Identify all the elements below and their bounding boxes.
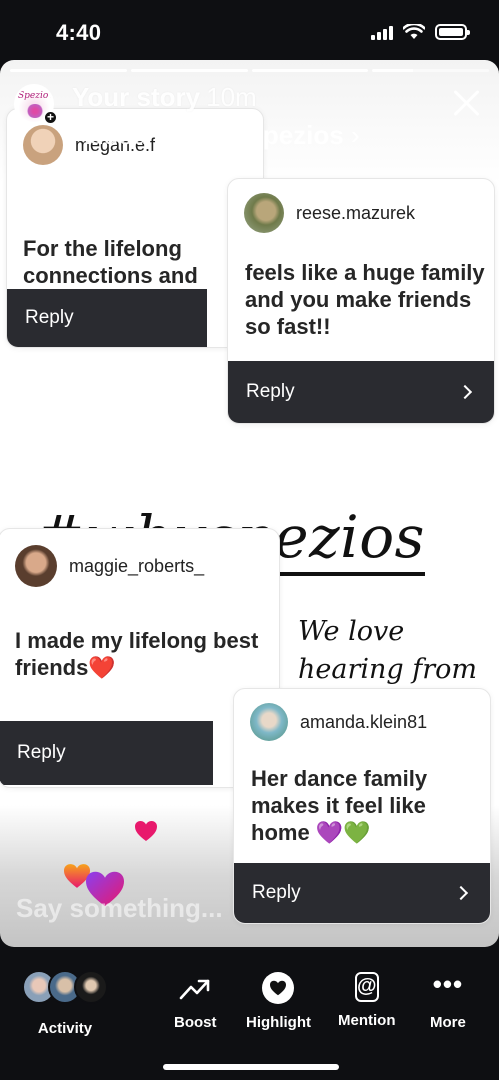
status-time: 4:40	[56, 20, 102, 45]
response-answer: I made my lifelong best friends❤️	[15, 628, 259, 680]
username: reese.mazurek	[296, 202, 416, 223]
flower-logo-icon	[26, 104, 44, 118]
reply-button[interactable]: Reply	[228, 361, 494, 423]
wifi-icon	[403, 24, 425, 39]
activity-label: Activity	[37, 1020, 93, 1037]
progress-segment-current	[372, 69, 489, 72]
reply-button[interactable]: Reply	[234, 863, 490, 923]
response-user[interactable]: maggie_roberts_	[15, 545, 204, 587]
chevron-right-icon	[457, 384, 473, 400]
username: maggie_roberts_	[69, 555, 205, 576]
story-header: Spezio's + Your story 10m Added to #whysp…	[14, 82, 487, 150]
story-canvas[interactable]: megan.e.f For the lifelong connections a…	[0, 60, 499, 947]
avatar	[244, 193, 284, 233]
added-to-prefix: Added to	[72, 120, 177, 150]
response-user[interactable]: reese.mazurek	[244, 193, 415, 233]
highlight-label: Highlight	[246, 1014, 311, 1031]
more-dots-icon: •••	[432, 969, 464, 999]
question-response-card[interactable]: reese.mazurek feels like a huge family a…	[227, 178, 495, 424]
boost-button[interactable]: Boost	[174, 974, 217, 1031]
hashtag-link[interactable]: #whyspezios	[183, 120, 343, 150]
mention-button[interactable]: @ Mention	[338, 972, 396, 1029]
username: amanda.klein81	[300, 711, 428, 732]
progress-segment	[130, 69, 248, 72]
avatar	[250, 703, 288, 741]
avatar	[15, 545, 57, 587]
more-label: More	[430, 1014, 466, 1031]
instagram-story-screen: 4:40 megan.e.f For the lifelong connecti…	[0, 0, 499, 1080]
battery-icon	[435, 24, 470, 40]
activity-button[interactable]: Activity	[22, 970, 108, 1037]
story-progress-bar	[10, 69, 489, 72]
progress-segment	[251, 69, 369, 72]
reply-button[interactable]: Reply	[0, 721, 213, 785]
response-user[interactable]: amanda.klein81	[250, 703, 427, 741]
close-button[interactable]	[451, 88, 481, 118]
story-timestamp: 10m	[206, 82, 257, 112]
story-owner: Your story	[72, 82, 201, 112]
more-button[interactable]: ••• More	[430, 970, 466, 1031]
avatar-logo-text: Spezio's	[18, 91, 54, 101]
story-action-bar: Activity Boost Highlight @ Mention ••• M…	[0, 962, 499, 1042]
question-response-card[interactable]: amanda.klein81 Her dance family makes it…	[233, 688, 491, 924]
message-input-placeholder[interactable]: Say something...	[16, 893, 223, 924]
boost-label: Boost	[174, 1014, 217, 1031]
reply-label: Reply	[252, 882, 301, 903]
chevron-right-icon: ›	[350, 120, 360, 150]
mention-icon: @	[354, 972, 379, 1002]
heart-reaction-icon	[135, 821, 157, 841]
progress-segment	[10, 69, 127, 72]
reply-label: Reply	[246, 381, 295, 402]
reply-label: Reply	[25, 307, 74, 328]
response-answer: Her dance family makes it feel like home…	[251, 766, 428, 845]
avatar	[74, 970, 108, 1004]
status-icons	[371, 24, 470, 40]
chevron-right-icon	[453, 885, 469, 901]
story-title[interactable]: Your story 10m	[72, 82, 257, 113]
trending-up-icon	[179, 979, 210, 1000]
response-answer: feels like a huge family and you make fr…	[245, 260, 485, 339]
reply-button[interactable]: Reply	[7, 289, 207, 347]
cellular-signal-icon	[371, 24, 393, 40]
mention-label: Mention	[338, 1012, 396, 1029]
added-to-hashtag[interactable]: Added to #whyspezios ›	[72, 120, 360, 151]
add-story-icon[interactable]: +	[43, 110, 58, 125]
highlight-button[interactable]: Highlight	[246, 972, 311, 1031]
highlight-heart-icon	[262, 972, 295, 1004]
reply-label: Reply	[17, 742, 66, 763]
status-bar: 4:40	[0, 0, 499, 62]
home-indicator[interactable]	[163, 1064, 339, 1070]
viewer-avatars	[22, 970, 108, 1008]
